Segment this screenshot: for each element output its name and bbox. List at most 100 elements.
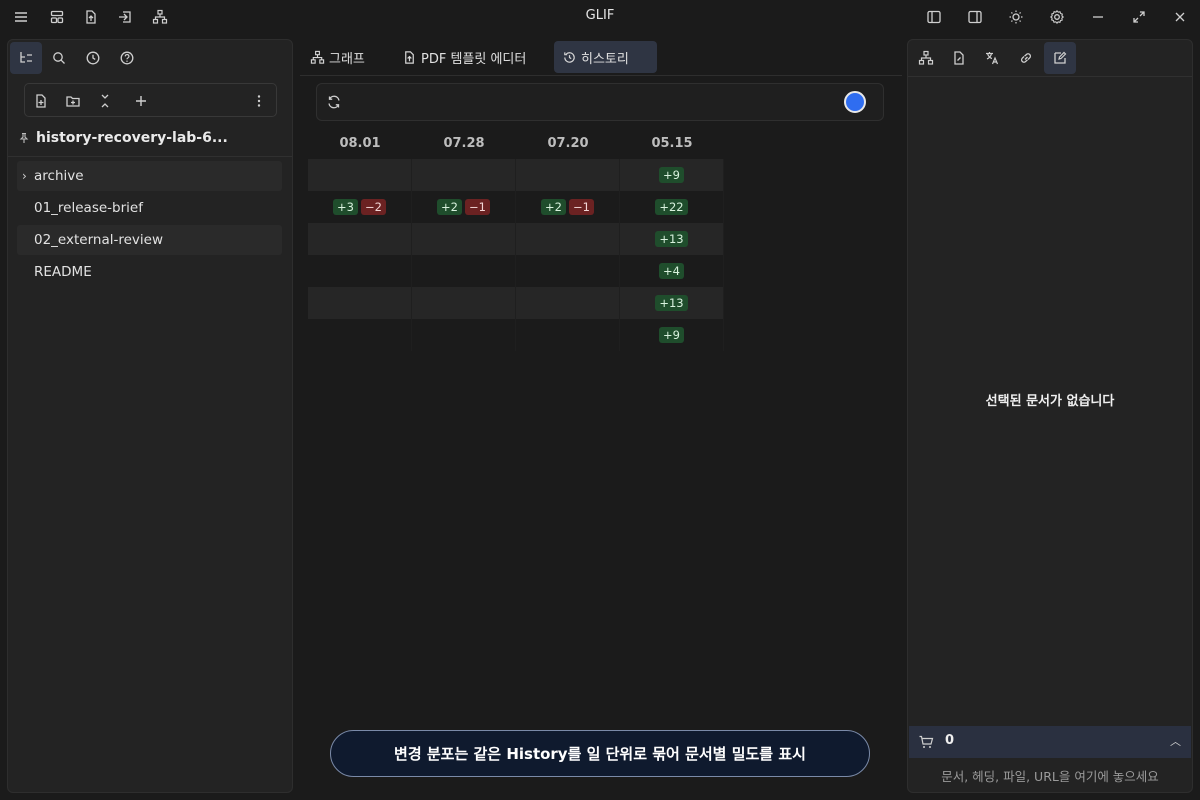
vault-header[interactable]: history-recovery-lab-6...	[18, 126, 288, 150]
tab-translate[interactable]	[976, 42, 1008, 74]
tree-item-02-external-review[interactable]: 02_external-review	[17, 225, 282, 255]
additions-badge: +4	[659, 263, 684, 279]
file-link-icon	[954, 51, 964, 65]
chevron-up-icon[interactable]: ︿	[1170, 733, 1181, 749]
history-cell	[412, 223, 516, 255]
theme-sun-icon[interactable]	[1005, 6, 1027, 28]
tab-help[interactable]	[111, 42, 143, 74]
tab-recent[interactable]	[77, 42, 109, 74]
cart-bar[interactable]: 0 ︿	[909, 726, 1191, 758]
additions-badge: +3	[333, 199, 358, 215]
divider	[8, 156, 292, 157]
menu-icon[interactable]	[10, 6, 32, 28]
history-cell[interactable]: +2 −1	[516, 191, 620, 223]
edit-icon	[1054, 51, 1067, 64]
tree-item-label: 02_external-review	[34, 232, 163, 248]
history-cell[interactable]: +13	[620, 223, 724, 255]
tab-graph[interactable]: 그래프	[302, 41, 373, 73]
additions-badge: +2	[541, 199, 566, 215]
empty-state-message: 선택된 문서가 없습니다	[985, 394, 1115, 409]
cart-count: 0	[945, 733, 955, 748]
tree-folder-archive[interactable]: › archive	[17, 161, 282, 191]
history-cell[interactable]: +13	[620, 287, 724, 319]
new-folder-icon[interactable]	[61, 89, 85, 113]
sitemap-icon	[918, 50, 934, 65]
file-tree-icon	[20, 52, 32, 63]
settings-gear-icon[interactable]	[1046, 6, 1068, 28]
history-cell[interactable]: +9	[620, 319, 724, 351]
history-cell[interactable]: +3 −2	[308, 191, 412, 223]
import-icon[interactable]	[114, 6, 136, 28]
history-row: +3 −2 +2 −1 +2 −1 +22	[308, 191, 724, 223]
history-toggle[interactable]	[844, 91, 866, 113]
divider	[908, 76, 1192, 77]
link-icon	[1021, 53, 1031, 63]
tree-item-readme[interactable]: README	[17, 257, 282, 287]
sitemap-icon[interactable]	[149, 6, 171, 28]
tab-history[interactable]: 히스토리	[554, 41, 657, 73]
divider	[300, 75, 902, 76]
tab-edit[interactable]	[1044, 42, 1076, 74]
collapse-all-icon[interactable]	[93, 89, 117, 113]
chevron-right-icon: ›	[22, 169, 27, 183]
history-icon	[564, 51, 575, 63]
history-cell	[516, 287, 620, 319]
history-cell[interactable]: +4	[620, 255, 724, 287]
history-cell	[412, 319, 516, 351]
history-cell[interactable]: +22	[620, 191, 724, 223]
tab-file-link[interactable]	[943, 42, 975, 74]
right-sidebar: 선택된 문서가 없습니다 0 ︿ 문서, 헤딩, 파일, URL을 여기에 놓으…	[907, 39, 1193, 793]
translate-icon	[986, 52, 999, 65]
history-cell	[308, 287, 412, 319]
history-row: +13	[308, 287, 724, 319]
history-row: +9	[308, 159, 724, 191]
add-icon[interactable]	[129, 89, 153, 113]
history-cell	[308, 319, 412, 351]
tree-item-label: README	[34, 264, 92, 280]
tab-links[interactable]	[1010, 42, 1042, 74]
tab-label: 그래프	[329, 51, 365, 67]
toggle-left-sidebar-icon[interactable]	[923, 6, 945, 28]
maximize-icon[interactable]	[1128, 6, 1150, 28]
deletions-badge: −1	[465, 199, 490, 215]
history-cell	[516, 255, 620, 287]
info-toast: 변경 분포는 같은 History를 일 단위로 묶어 문서별 밀도를 표시	[330, 730, 870, 777]
additions-badge: +22	[655, 199, 688, 215]
additions-badge: +2	[437, 199, 462, 215]
refresh-icon[interactable]	[324, 92, 344, 112]
drop-zone-hint: 문서, 헤딩, 파일, URL을 여기에 놓으세요	[941, 769, 1159, 784]
new-file-icon[interactable]	[29, 89, 53, 113]
history-row: +9	[308, 319, 724, 351]
tree-item-01-release-brief[interactable]: 01_release-brief	[17, 193, 282, 223]
tab-graph-outline[interactable]	[910, 42, 942, 74]
file-upload-icon[interactable]	[80, 6, 102, 28]
tab-search[interactable]	[43, 42, 75, 74]
additions-badge: +9	[659, 327, 684, 343]
help-icon	[120, 51, 134, 65]
left-sidebar: history-recovery-lab-6... › archive 01_r…	[7, 39, 293, 793]
column-header: 05.15	[651, 136, 693, 151]
pin-icon	[18, 132, 30, 144]
tab-file-tree[interactable]	[10, 42, 42, 74]
history-row: +4	[308, 255, 724, 287]
history-cell[interactable]: +2 −1	[412, 191, 516, 223]
close-icon[interactable]	[1169, 6, 1191, 28]
history-cell	[412, 159, 516, 191]
vault-name: history-recovery-lab-6...	[36, 130, 228, 146]
tab-pdf-template-editor[interactable]: PDF 템플릿 에디터	[394, 41, 534, 73]
toggle-right-sidebar-icon[interactable]	[964, 6, 986, 28]
history-cell[interactable]: +9	[620, 159, 724, 191]
history-cell	[516, 159, 620, 191]
clock-icon	[86, 51, 100, 65]
column-header: 07.20	[547, 136, 589, 151]
column-header: 08.01	[339, 136, 381, 151]
minimize-icon[interactable]	[1087, 6, 1109, 28]
additions-badge: +13	[655, 231, 688, 247]
tab-label: PDF 템플릿 에디터	[421, 51, 527, 67]
main-area: 그래프 PDF 템플릿 에디터 히스토리 08.01 07.28 07.20 0…	[300, 39, 902, 800]
layout-icon[interactable]	[46, 6, 68, 28]
column-header: 07.28	[443, 136, 485, 151]
deletions-badge: −2	[361, 199, 386, 215]
more-options-icon[interactable]	[247, 89, 271, 113]
history-toolbar	[316, 83, 884, 121]
